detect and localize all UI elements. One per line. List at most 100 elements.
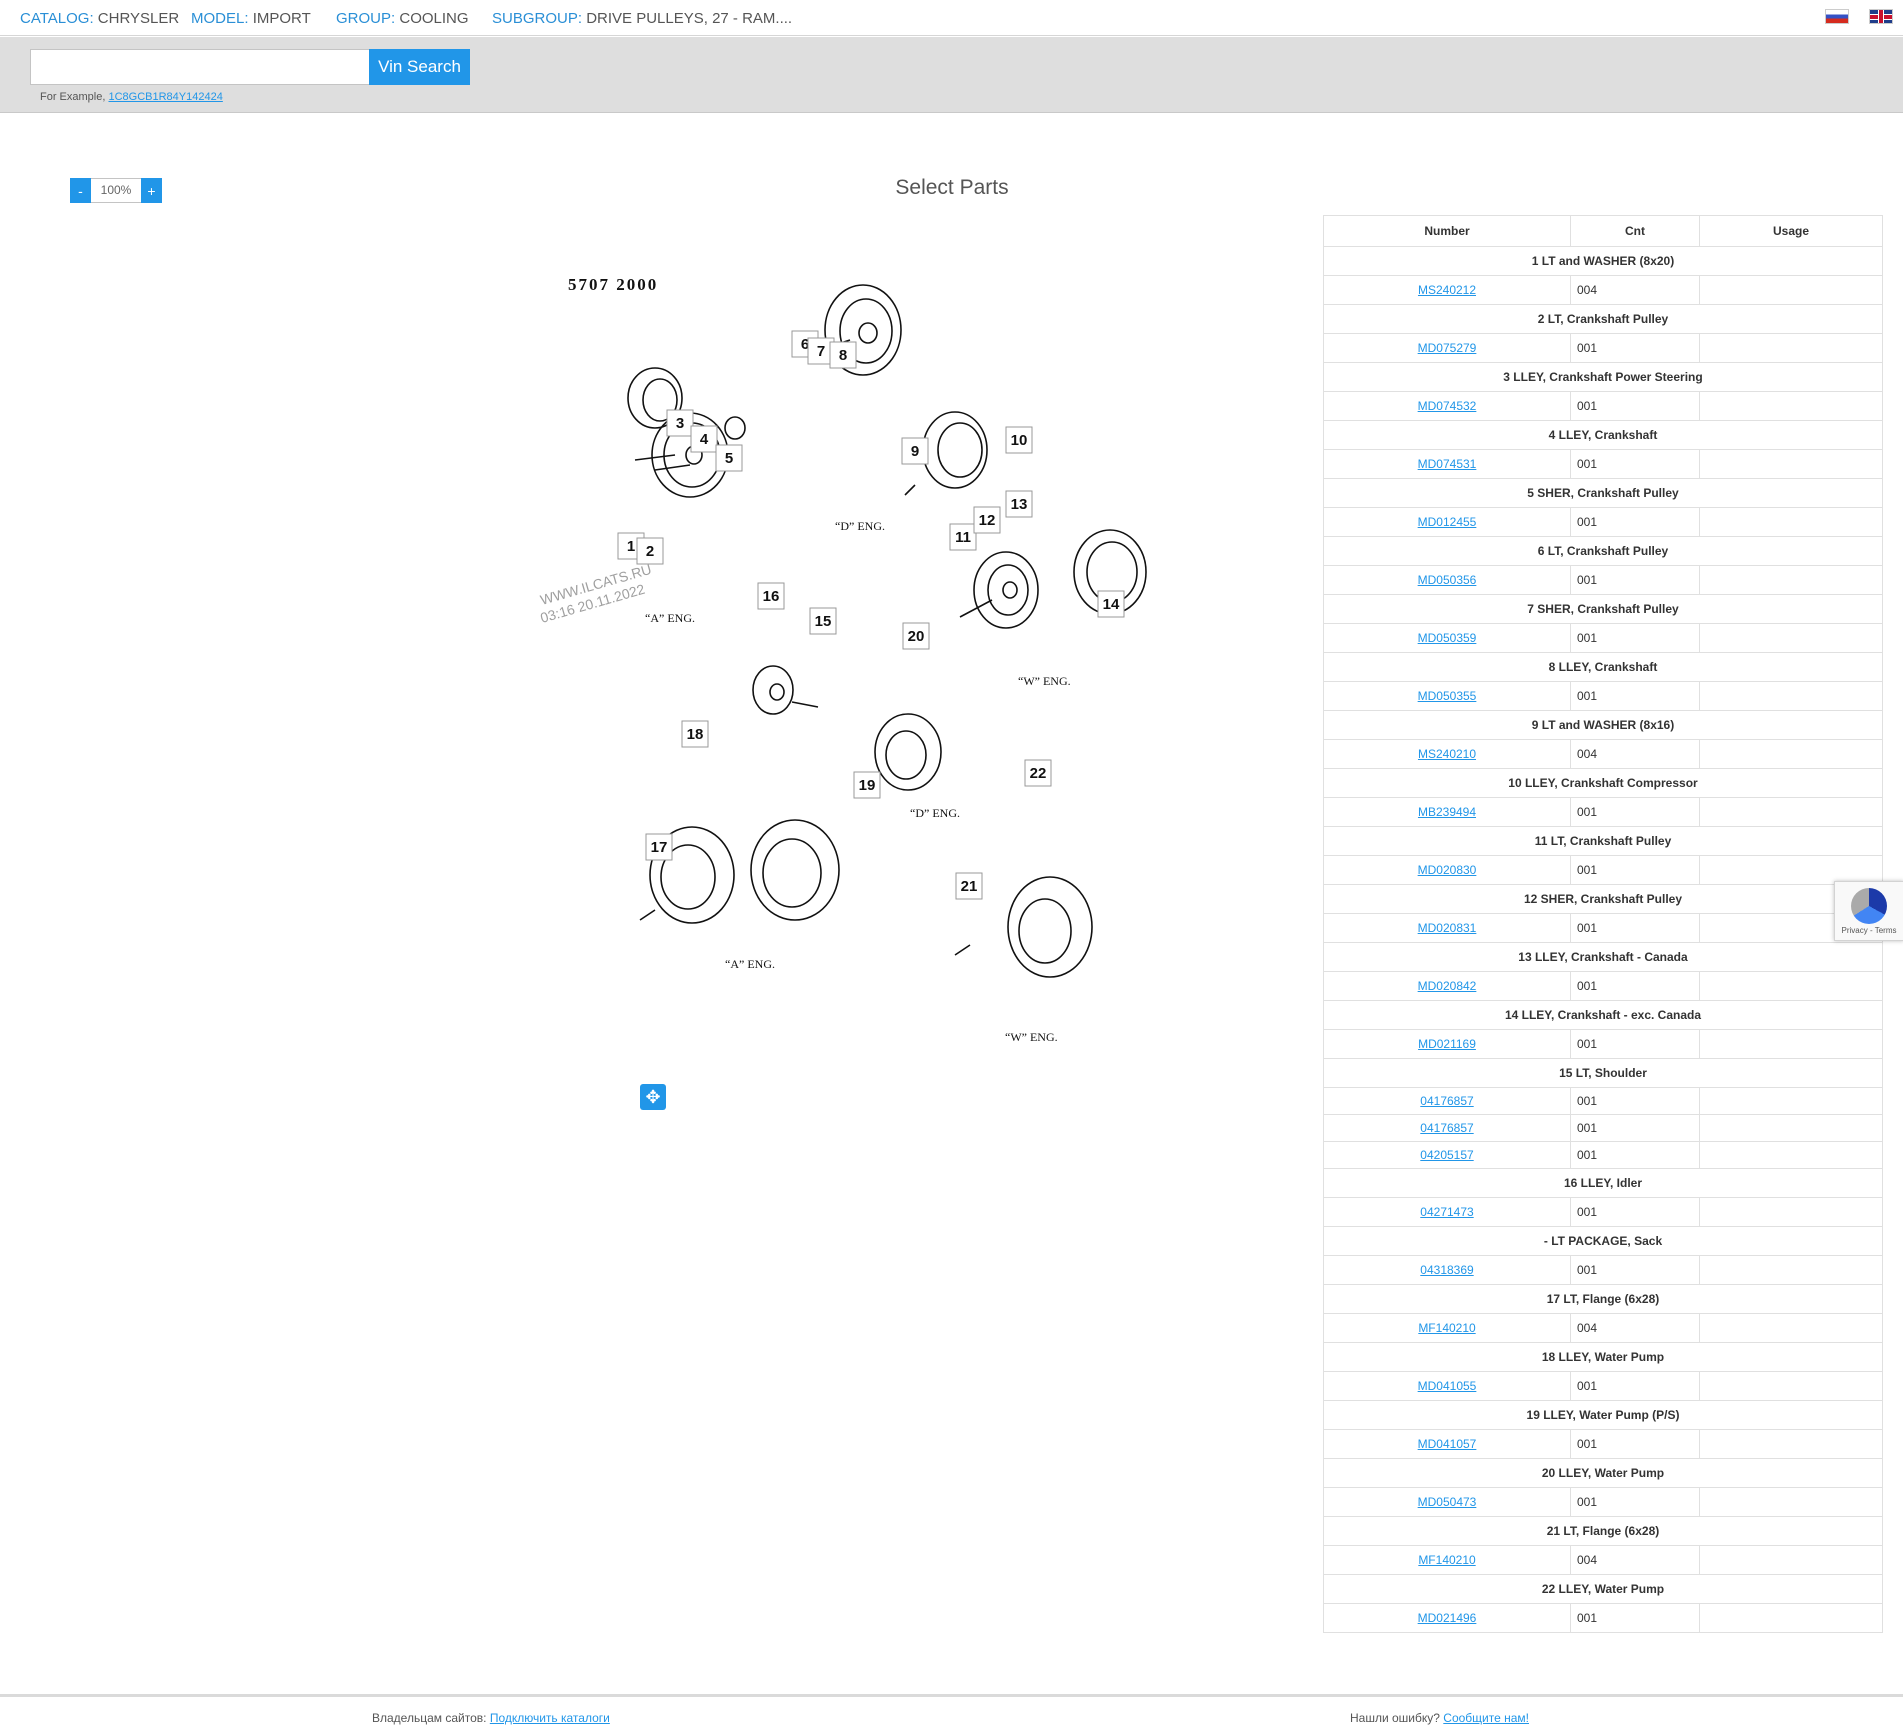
part-row[interactable]: MD074532 001 [1323, 391, 1883, 421]
recaptcha-badge[interactable]: Privacy - Terms [1834, 881, 1903, 941]
part-row[interactable]: MD050355 001 [1323, 681, 1883, 711]
part-row[interactable]: MD075279 001 [1323, 333, 1883, 363]
part-number-link[interactable]: MD050356 [1418, 573, 1477, 587]
column-header-number[interactable]: Number [1323, 215, 1571, 247]
column-header-usage[interactable]: Usage [1699, 215, 1883, 247]
footer-report: Нашли ошибку? Сообщите нам! [1350, 1711, 1529, 1725]
part-row[interactable]: MD041055 001 [1323, 1371, 1883, 1401]
breadcrumb-model-value[interactable]: IMPORT [253, 10, 311, 27]
footer-connect-catalogs-link[interactable]: Подключить каталоги [490, 1711, 610, 1725]
breadcrumb-subgroup[interactable]: SUBGROUP: DRIVE PULLEYS, 27 - RAM.... [492, 10, 792, 27]
breadcrumb-group[interactable]: GROUP: COOLING [336, 10, 469, 27]
part-usage-cell [1699, 1255, 1883, 1285]
part-number-link[interactable]: MD075279 [1418, 341, 1477, 355]
callout-9[interactable]: 9 [901, 437, 929, 465]
breadcrumb-catalog[interactable]: CATALOG: CHRYSLER [20, 10, 179, 27]
part-row[interactable]: 04318369 001 [1323, 1255, 1883, 1285]
part-number-link[interactable]: MD020830 [1418, 863, 1477, 877]
parts-diagram[interactable]: 5707 2000 WWW.ILCATS.RU 03:16 20.11.2022… [530, 255, 1170, 1055]
part-row[interactable]: MD012455 001 [1323, 507, 1883, 537]
part-number-link[interactable]: MD041055 [1418, 1379, 1477, 1393]
callout-22[interactable]: 22 [1024, 759, 1052, 787]
vin-search-input[interactable] [30, 49, 370, 85]
vin-search-button[interactable]: Vin Search [369, 49, 470, 85]
part-number-link[interactable]: 04271473 [1420, 1205, 1473, 1219]
part-row[interactable]: MD020830 001 [1323, 855, 1883, 885]
part-number-link[interactable]: MB239494 [1418, 805, 1476, 819]
callout-10[interactable]: 10 [1005, 426, 1033, 454]
part-number-link[interactable]: MD012455 [1418, 515, 1477, 529]
part-number-link[interactable]: MD021496 [1418, 1611, 1477, 1625]
caption-w-eng-2: “W” ENG. [1005, 1030, 1058, 1044]
callout-5[interactable]: 5 [715, 444, 743, 472]
part-row[interactable]: MD050356 001 [1323, 565, 1883, 595]
part-group-title: 14 LLEY, Crankshaft - exc. Canada [1323, 1000, 1883, 1030]
vin-example-label: For Example, [40, 91, 106, 103]
part-number-link[interactable]: MD021169 [1418, 1037, 1476, 1051]
callout-17[interactable]: 17 [645, 833, 673, 861]
part-number-link[interactable]: MD050355 [1418, 689, 1477, 703]
callout-16[interactable]: 16 [757, 582, 785, 610]
part-row[interactable]: 04176857 001 [1323, 1087, 1883, 1115]
callout-label: 7 [817, 343, 825, 360]
callout-2[interactable]: 2 [636, 537, 664, 565]
callout-8[interactable]: 8 [829, 341, 857, 369]
part-number-link[interactable]: MD050473 [1418, 1495, 1477, 1509]
callout-18[interactable]: 18 [681, 720, 709, 748]
callout-12[interactable]: 12 [973, 506, 1001, 534]
part-number-link[interactable]: MS240210 [1418, 747, 1476, 761]
callout-21[interactable]: 21 [955, 872, 983, 900]
zoom-out-button[interactable]: - [70, 178, 91, 203]
part-number-link[interactable]: MD074532 [1418, 399, 1477, 413]
callout-3[interactable]: 3 [666, 409, 694, 437]
part-row[interactable]: MD050473 001 [1323, 1487, 1883, 1517]
part-number-link[interactable]: 04176857 [1420, 1094, 1473, 1108]
part-row[interactable]: 04271473 001 [1323, 1197, 1883, 1227]
part-row[interactable]: MF140210 004 [1323, 1313, 1883, 1343]
callout-20[interactable]: 20 [902, 622, 930, 650]
zoom-level: 100% [91, 178, 141, 203]
part-number-link[interactable]: MD050359 [1418, 631, 1477, 645]
part-row[interactable]: 04176857 001 [1323, 1114, 1883, 1142]
callout-14[interactable]: 14 [1097, 590, 1125, 618]
part-number-link[interactable]: MF140210 [1418, 1321, 1475, 1335]
part-group-title: 3 LLEY, Crankshaft Power Steering [1323, 362, 1883, 392]
vin-example-link[interactable]: 1C8GCB1R84Y142424 [108, 91, 222, 103]
part-row[interactable]: 04205157 001 [1323, 1141, 1883, 1169]
part-number-link[interactable]: 04176857 [1420, 1121, 1473, 1135]
breadcrumb-subgroup-value[interactable]: DRIVE PULLEYS, 27 - RAM.... [586, 10, 792, 27]
part-number-link[interactable]: 04318369 [1420, 1263, 1473, 1277]
part-row[interactable]: MD074531 001 [1323, 449, 1883, 479]
callout-19[interactable]: 19 [853, 771, 881, 799]
callout-4[interactable]: 4 [690, 425, 718, 453]
part-row[interactable]: MD041057 001 [1323, 1429, 1883, 1459]
part-number-link[interactable]: MD020831 [1418, 921, 1477, 935]
part-number-link[interactable]: 04205157 [1420, 1148, 1473, 1162]
callout-13[interactable]: 13 [1005, 490, 1033, 518]
callout-15[interactable]: 15 [809, 607, 837, 635]
breadcrumb-model[interactable]: MODEL: IMPORT [191, 10, 311, 27]
part-row[interactable]: MF140210 004 [1323, 1545, 1883, 1575]
move-arrows-icon[interactable]: ✥ [640, 1084, 666, 1110]
breadcrumb-catalog-value[interactable]: CHRYSLER [98, 10, 179, 27]
part-row[interactable]: MD021169 001 [1323, 1029, 1883, 1059]
part-row[interactable]: MS240212 004 [1323, 275, 1883, 305]
part-row[interactable]: MD050359 001 [1323, 623, 1883, 653]
part-number-link[interactable]: MD074531 [1418, 457, 1477, 471]
footer-report-link[interactable]: Сообщите нам! [1443, 1711, 1529, 1725]
part-row[interactable]: MD020842 001 [1323, 971, 1883, 1001]
part-number-link[interactable]: MD020842 [1418, 979, 1477, 993]
russian-flag-icon[interactable] [1825, 9, 1849, 24]
part-number-link[interactable]: MF140210 [1418, 1553, 1475, 1567]
part-number-link[interactable]: MS240212 [1418, 283, 1476, 297]
column-header-cnt[interactable]: Cnt [1570, 215, 1700, 247]
part-row[interactable]: MB239494 001 [1323, 797, 1883, 827]
part-row[interactable]: MS240210 004 [1323, 739, 1883, 769]
zoom-in-button[interactable]: + [141, 178, 162, 203]
part-row[interactable]: MD020831 001 [1323, 913, 1883, 943]
part-row[interactable]: MD021496 001 [1323, 1603, 1883, 1633]
breadcrumb-group-value[interactable]: COOLING [399, 10, 468, 27]
english-flag-icon[interactable] [1869, 9, 1893, 24]
part-number-link[interactable]: MD041057 [1418, 1437, 1477, 1451]
callout-11[interactable]: 11 [949, 523, 977, 551]
